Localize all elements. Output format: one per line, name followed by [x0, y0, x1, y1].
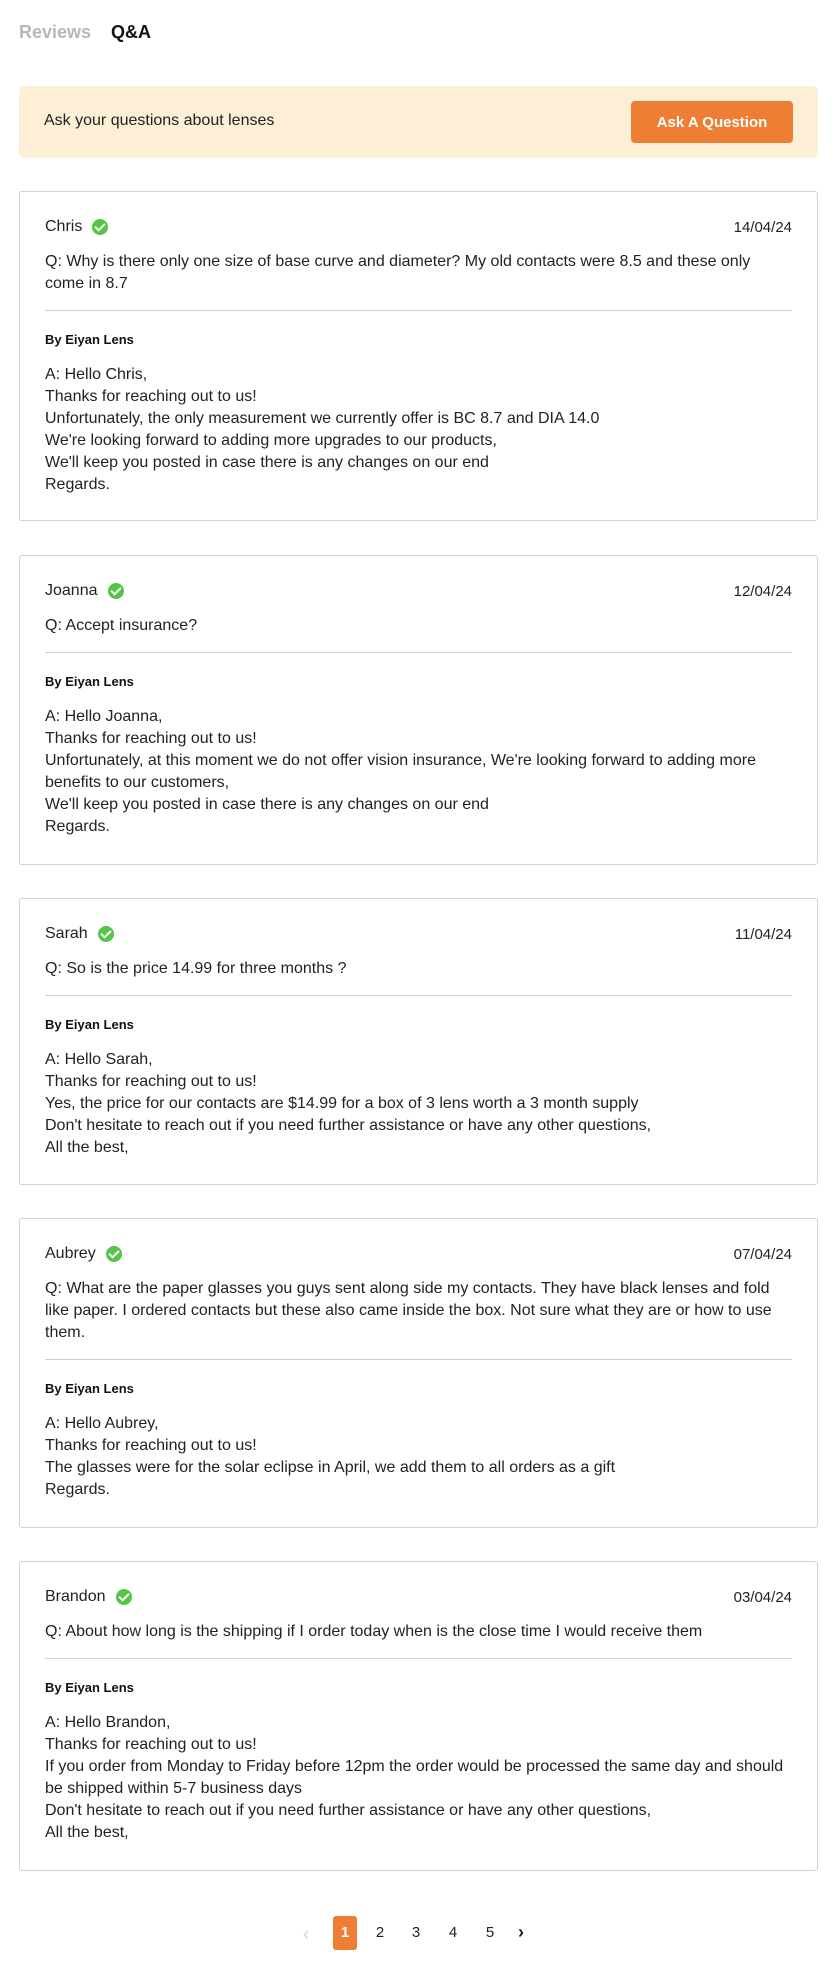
- answer-line: Don't hesitate to reach out if you need …: [45, 1802, 652, 1819]
- answer-line: Don't hesitate to reach out if you need …: [45, 1117, 652, 1134]
- answer-line: Regards.: [45, 476, 110, 493]
- answer-line: We'll keep you posted in case there is a…: [45, 454, 489, 471]
- verified-check-icon: [92, 219, 109, 235]
- verified-check-icon: [105, 1246, 122, 1262]
- answered-by: By Eiyan Lens: [45, 674, 134, 689]
- answered-by: By Eiyan Lens: [45, 1017, 134, 1032]
- question-card: Joanna 12/04/24 Q: Accept insurance? By …: [19, 555, 818, 865]
- tab-qa[interactable]: Q&A: [111, 22, 151, 43]
- question-date: 14/04/24: [733, 218, 792, 236]
- divider: [45, 1658, 792, 1659]
- answer-text: A: Hello Brandon, Thanks for reaching ou…: [45, 1712, 792, 1844]
- answer-line: All the best,: [45, 1139, 129, 1156]
- answer-line: A: Hello Aubrey,: [45, 1415, 159, 1432]
- question-card: Chris 14/04/24 Q: Why is there only one …: [19, 191, 818, 521]
- page-1-button[interactable]: 1: [333, 1916, 357, 1950]
- question-text: Q: So is the price 14.99 for three month…: [45, 960, 347, 977]
- question-text: Q: About how long is the shipping if I o…: [45, 1623, 703, 1640]
- answer-line: Thanks for reaching out to us!: [45, 1073, 257, 1090]
- question-text: Q: Why is there only one size of base cu…: [45, 253, 751, 292]
- answer-line: Thanks for reaching out to us!: [45, 1736, 257, 1753]
- answer-text: A: Hello Aubrey, Thanks for reaching out…: [45, 1413, 792, 1501]
- answer-line: If you order from Monday to Friday befor…: [45, 1758, 784, 1797]
- question-date: 07/04/24: [733, 1245, 792, 1263]
- question-text: Q: Accept insurance?: [45, 617, 198, 634]
- author-name: Joanna: [45, 582, 98, 599]
- banner-text: Ask your questions about lenses: [44, 112, 275, 129]
- ask-question-button[interactable]: Ask A Question: [631, 101, 793, 143]
- question-card: Brandon 03/04/24 Q: About how long is th…: [19, 1561, 818, 1871]
- verified-check-icon: [115, 1589, 132, 1605]
- tab-reviews[interactable]: Reviews: [19, 22, 91, 43]
- question-card: Aubrey 07/04/24 Q: What are the paper gl…: [19, 1218, 818, 1528]
- question-date: 11/04/24: [734, 925, 792, 943]
- chevron-left-icon: ‹: [303, 1924, 309, 1944]
- answer-line: A: Hello Brandon,: [45, 1714, 171, 1731]
- answer-text: A: Hello Sarah, Thanks for reaching out …: [45, 1049, 792, 1159]
- author-name: Brandon: [45, 1588, 106, 1605]
- verified-check-icon: [107, 583, 124, 599]
- page-2-button[interactable]: 2: [368, 1916, 392, 1950]
- answer-line: Unfortunately, the only measurement we c…: [45, 410, 600, 427]
- author-name: Sarah: [45, 925, 88, 942]
- answer-line: The glasses were for the solar eclipse i…: [45, 1459, 616, 1476]
- answer-line: Thanks for reaching out to us!: [45, 388, 257, 405]
- answer-text: A: Hello Joanna, Thanks for reaching out…: [45, 706, 792, 838]
- pagination: ‹ 1 2 3 4 5 ›: [0, 1916, 832, 1950]
- answer-line: A: Hello Joanna,: [45, 708, 163, 725]
- answered-by: By Eiyan Lens: [45, 332, 134, 347]
- answer-line: We'll keep you posted in case there is a…: [45, 796, 489, 813]
- answer-line: Thanks for reaching out to us!: [45, 1437, 257, 1454]
- divider: [45, 1359, 792, 1360]
- divider: [45, 995, 792, 996]
- answer-line: A: Hello Sarah,: [45, 1051, 153, 1068]
- answer-text: A: Hello Chris, Thanks for reaching out …: [45, 364, 792, 496]
- tab-bar: Reviews Q&A: [19, 22, 151, 43]
- page-4-button[interactable]: 4: [441, 1916, 465, 1950]
- verified-check-icon: [97, 926, 114, 942]
- question-text: Q: What are the paper glasses you guys s…: [45, 1280, 772, 1341]
- answer-line: All the best,: [45, 1824, 129, 1841]
- answer-line: Yes, the price for our contacts are $14.…: [45, 1095, 639, 1112]
- answer-line: Thanks for reaching out to us!: [45, 730, 257, 747]
- author-name: Chris: [45, 218, 83, 235]
- answer-line: We're looking forward to adding more upg…: [45, 432, 497, 449]
- page-3-button[interactable]: 3: [404, 1916, 428, 1950]
- chevron-right-icon[interactable]: ›: [518, 1922, 524, 1943]
- answer-line: Regards.: [45, 818, 110, 835]
- question-date: 12/04/24: [733, 582, 792, 600]
- answered-by: By Eiyan Lens: [45, 1680, 134, 1695]
- answer-line: Unfortunately, at this moment we do not …: [45, 752, 756, 791]
- divider: [45, 310, 792, 311]
- ask-question-banner: Ask your questions about lenses Ask A Qu…: [19, 86, 818, 158]
- page-5-button[interactable]: 5: [478, 1916, 502, 1950]
- question-card: Sarah 11/04/24 Q: So is the price 14.99 …: [19, 898, 818, 1185]
- divider: [45, 652, 792, 653]
- answer-line: A: Hello Chris,: [45, 366, 148, 383]
- answer-line: Regards.: [45, 1481, 110, 1498]
- author-name: Aubrey: [45, 1245, 96, 1262]
- answered-by: By Eiyan Lens: [45, 1381, 134, 1396]
- question-date: 03/04/24: [733, 1588, 792, 1606]
